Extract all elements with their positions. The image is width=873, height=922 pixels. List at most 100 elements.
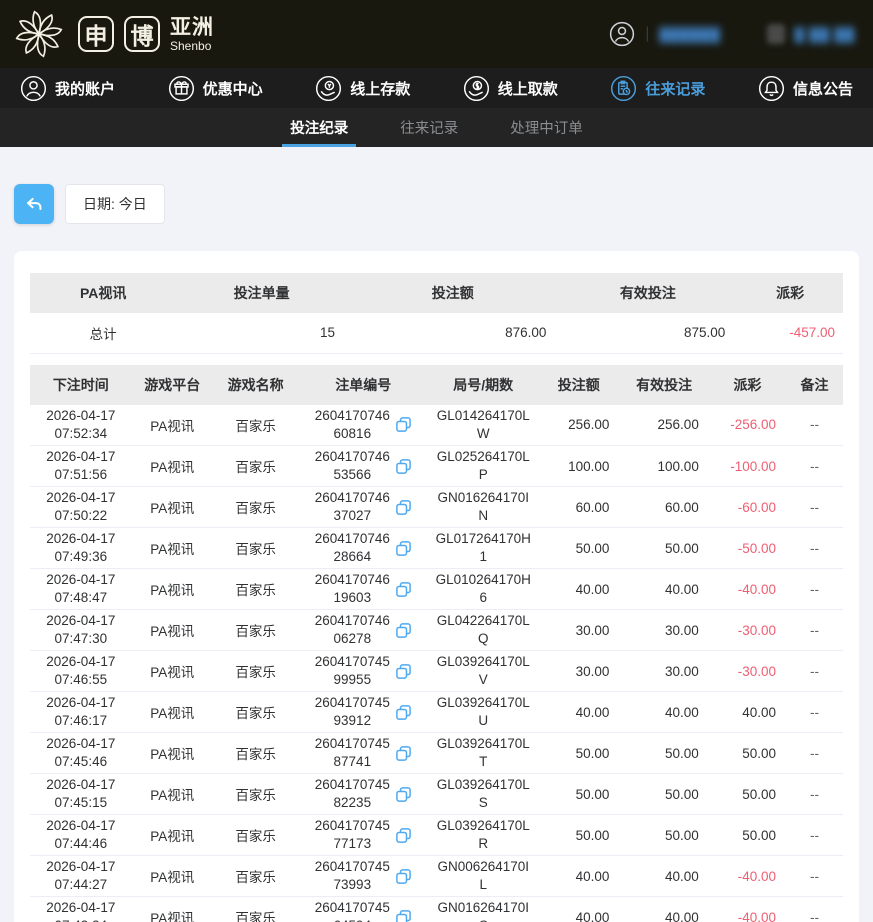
- table-row: 2026-04-1707:43:34 PA视讯 百家乐 260417074564…: [30, 897, 843, 922]
- nav-item-promotions[interactable]: 优惠中心: [168, 75, 263, 102]
- copy-icon[interactable]: [395, 827, 412, 844]
- cell-round-number: GL017264170H1: [428, 528, 538, 569]
- table-row: 2026-04-1707:49:36 PA视讯 百家乐 260417074628…: [30, 528, 843, 569]
- col-valid-bet: 有效投注: [619, 365, 708, 405]
- records-header-row: 下注时间 游戏平台 游戏名称 注单编号 局号/期数 投注额 有效投注 派彩 备注: [30, 365, 843, 405]
- cell-game-name: 百家乐: [213, 897, 298, 922]
- cell-note: --: [786, 528, 843, 569]
- cell-note: --: [786, 815, 843, 856]
- cell-valid-bet: 256.00: [619, 405, 708, 446]
- cell-game-name: 百家乐: [213, 733, 298, 774]
- cell-order-number: 260417074582235: [298, 774, 428, 815]
- cell-game-name: 百家乐: [213, 405, 298, 446]
- cell-valid-bet: 30.00: [619, 651, 708, 692]
- cell-note: --: [786, 487, 843, 528]
- nav-item-withdraw[interactable]: 线上取款: [463, 75, 558, 102]
- cell-order-number: 260417074628664: [298, 528, 428, 569]
- table-row: 2026-04-1707:45:15 PA视讯 百家乐 260417074582…: [30, 774, 843, 815]
- copy-icon[interactable]: [395, 416, 412, 433]
- logo-flower-icon: [10, 5, 68, 63]
- copy-icon[interactable]: [395, 786, 412, 803]
- nav-item-label: 我的账户: [55, 78, 115, 99]
- user-separator: |: [645, 25, 649, 43]
- cell-round-number: GL039264170LS: [428, 774, 538, 815]
- cell-note: --: [786, 774, 843, 815]
- copy-icon[interactable]: [395, 868, 412, 885]
- nav-item-label: 信息公告: [793, 78, 853, 99]
- nav-item-announcements[interactable]: 信息公告: [758, 75, 853, 102]
- copy-icon[interactable]: [395, 663, 412, 680]
- tab-pending-orders[interactable]: 处理中订单: [502, 108, 591, 147]
- cell-bet-amount: 40.00: [538, 692, 619, 733]
- logo-region: 亚洲: [170, 17, 214, 38]
- bell-icon: [758, 75, 785, 102]
- copy-icon[interactable]: [395, 499, 412, 516]
- table-row: 2026-04-1707:46:17 PA视讯 百家乐 260417074593…: [30, 692, 843, 733]
- cell-bet-time: 2026-04-1707:47:30: [30, 610, 132, 651]
- cell-platform: PA视讯: [132, 733, 213, 774]
- cell-valid-bet: 50.00: [619, 528, 708, 569]
- copy-icon[interactable]: [395, 458, 412, 475]
- cell-order-number: 260417074660816: [298, 405, 428, 446]
- cell-round-number: GN016264170IN: [428, 487, 538, 528]
- table-row: 2026-04-1707:48:47 PA视讯 百家乐 260417074619…: [30, 569, 843, 610]
- cell-bet-amount: 30.00: [538, 651, 619, 692]
- cell-round-number: GN016264170IC: [428, 897, 538, 922]
- cell-game-name: 百家乐: [213, 446, 298, 487]
- table-row: 2026-04-1707:51:56 PA视讯 百家乐 260417074653…: [30, 446, 843, 487]
- cell-payout: 50.00: [709, 774, 786, 815]
- back-button[interactable]: [14, 184, 54, 224]
- copy-icon[interactable]: [395, 745, 412, 762]
- logo-char-shen: 申: [78, 16, 114, 52]
- logo[interactable]: 申 博 亚洲 Shenbo: [10, 5, 214, 63]
- copy-icon[interactable]: [395, 622, 412, 639]
- records-card: PA视讯 投注单量 投注额 有效投注 派彩 总计 15 876.00 875.0…: [14, 251, 859, 922]
- cell-round-number: GL014264170LW: [428, 405, 538, 446]
- copy-icon[interactable]: [395, 581, 412, 598]
- cell-bet-amount: 60.00: [538, 487, 619, 528]
- cell-platform: PA视讯: [132, 569, 213, 610]
- cell-round-number: GL039264170LT: [428, 733, 538, 774]
- cell-valid-bet: 60.00: [619, 487, 708, 528]
- col-round-number: 局号/期数: [428, 365, 538, 405]
- cell-bet-amount: 256.00: [538, 405, 619, 446]
- summary-total-row: 总计 15 876.00 875.00 -457.00: [30, 313, 843, 353]
- copy-icon[interactable]: [395, 909, 412, 922]
- cell-note: --: [786, 692, 843, 733]
- cell-round-number: GL010264170H6: [428, 569, 538, 610]
- cell-bet-time: 2026-04-1707:46:17: [30, 692, 132, 733]
- col-platform: 游戏平台: [132, 365, 213, 405]
- cell-bet-amount: 30.00: [538, 610, 619, 651]
- cell-bet-time: 2026-04-1707:46:55: [30, 651, 132, 692]
- cell-bet-time: 2026-04-1707:43:34: [30, 897, 132, 922]
- deposit-icon: [315, 75, 342, 102]
- cell-bet-amount: 40.00: [538, 569, 619, 610]
- summary-header-platform: PA视讯: [30, 273, 176, 313]
- date-filter-button[interactable]: 日期: 今日: [65, 184, 165, 224]
- nav-item-transaction-records[interactable]: 往来记录: [610, 75, 705, 102]
- table-row: 2026-04-1707:45:46 PA视讯 百家乐 260417074587…: [30, 733, 843, 774]
- nav-item-my-account[interactable]: 我的账户: [20, 75, 115, 102]
- back-arrow-icon: [23, 193, 45, 215]
- nav-item-deposit[interactable]: 线上存款: [315, 75, 410, 102]
- cell-game-name: 百家乐: [213, 528, 298, 569]
- cell-platform: PA视讯: [132, 651, 213, 692]
- summary-header-payout: 派彩: [737, 273, 843, 313]
- copy-icon[interactable]: [395, 704, 412, 721]
- tab-transaction-records[interactable]: 往来记录: [392, 108, 466, 147]
- summary-header-row: PA视讯 投注单量 投注额 有效投注 派彩: [30, 273, 843, 313]
- cell-platform: PA视讯: [132, 897, 213, 922]
- cell-bet-time: 2026-04-1707:51:56: [30, 446, 132, 487]
- cell-valid-bet: 100.00: [619, 446, 708, 487]
- table-row: 2026-04-1707:44:27 PA视讯 百家乐 260417074573…: [30, 856, 843, 897]
- cell-platform: PA视讯: [132, 610, 213, 651]
- user-avatar-icon: [609, 21, 635, 47]
- cell-payout: -256.00: [709, 405, 786, 446]
- tab-bet-records[interactable]: 投注纪录: [282, 108, 356, 147]
- gift-icon: [168, 75, 195, 102]
- cell-game-name: 百家乐: [213, 651, 298, 692]
- cell-payout: -30.00: [709, 610, 786, 651]
- copy-icon[interactable]: [395, 540, 412, 557]
- cell-game-name: 百家乐: [213, 692, 298, 733]
- cell-valid-bet: 40.00: [619, 897, 708, 922]
